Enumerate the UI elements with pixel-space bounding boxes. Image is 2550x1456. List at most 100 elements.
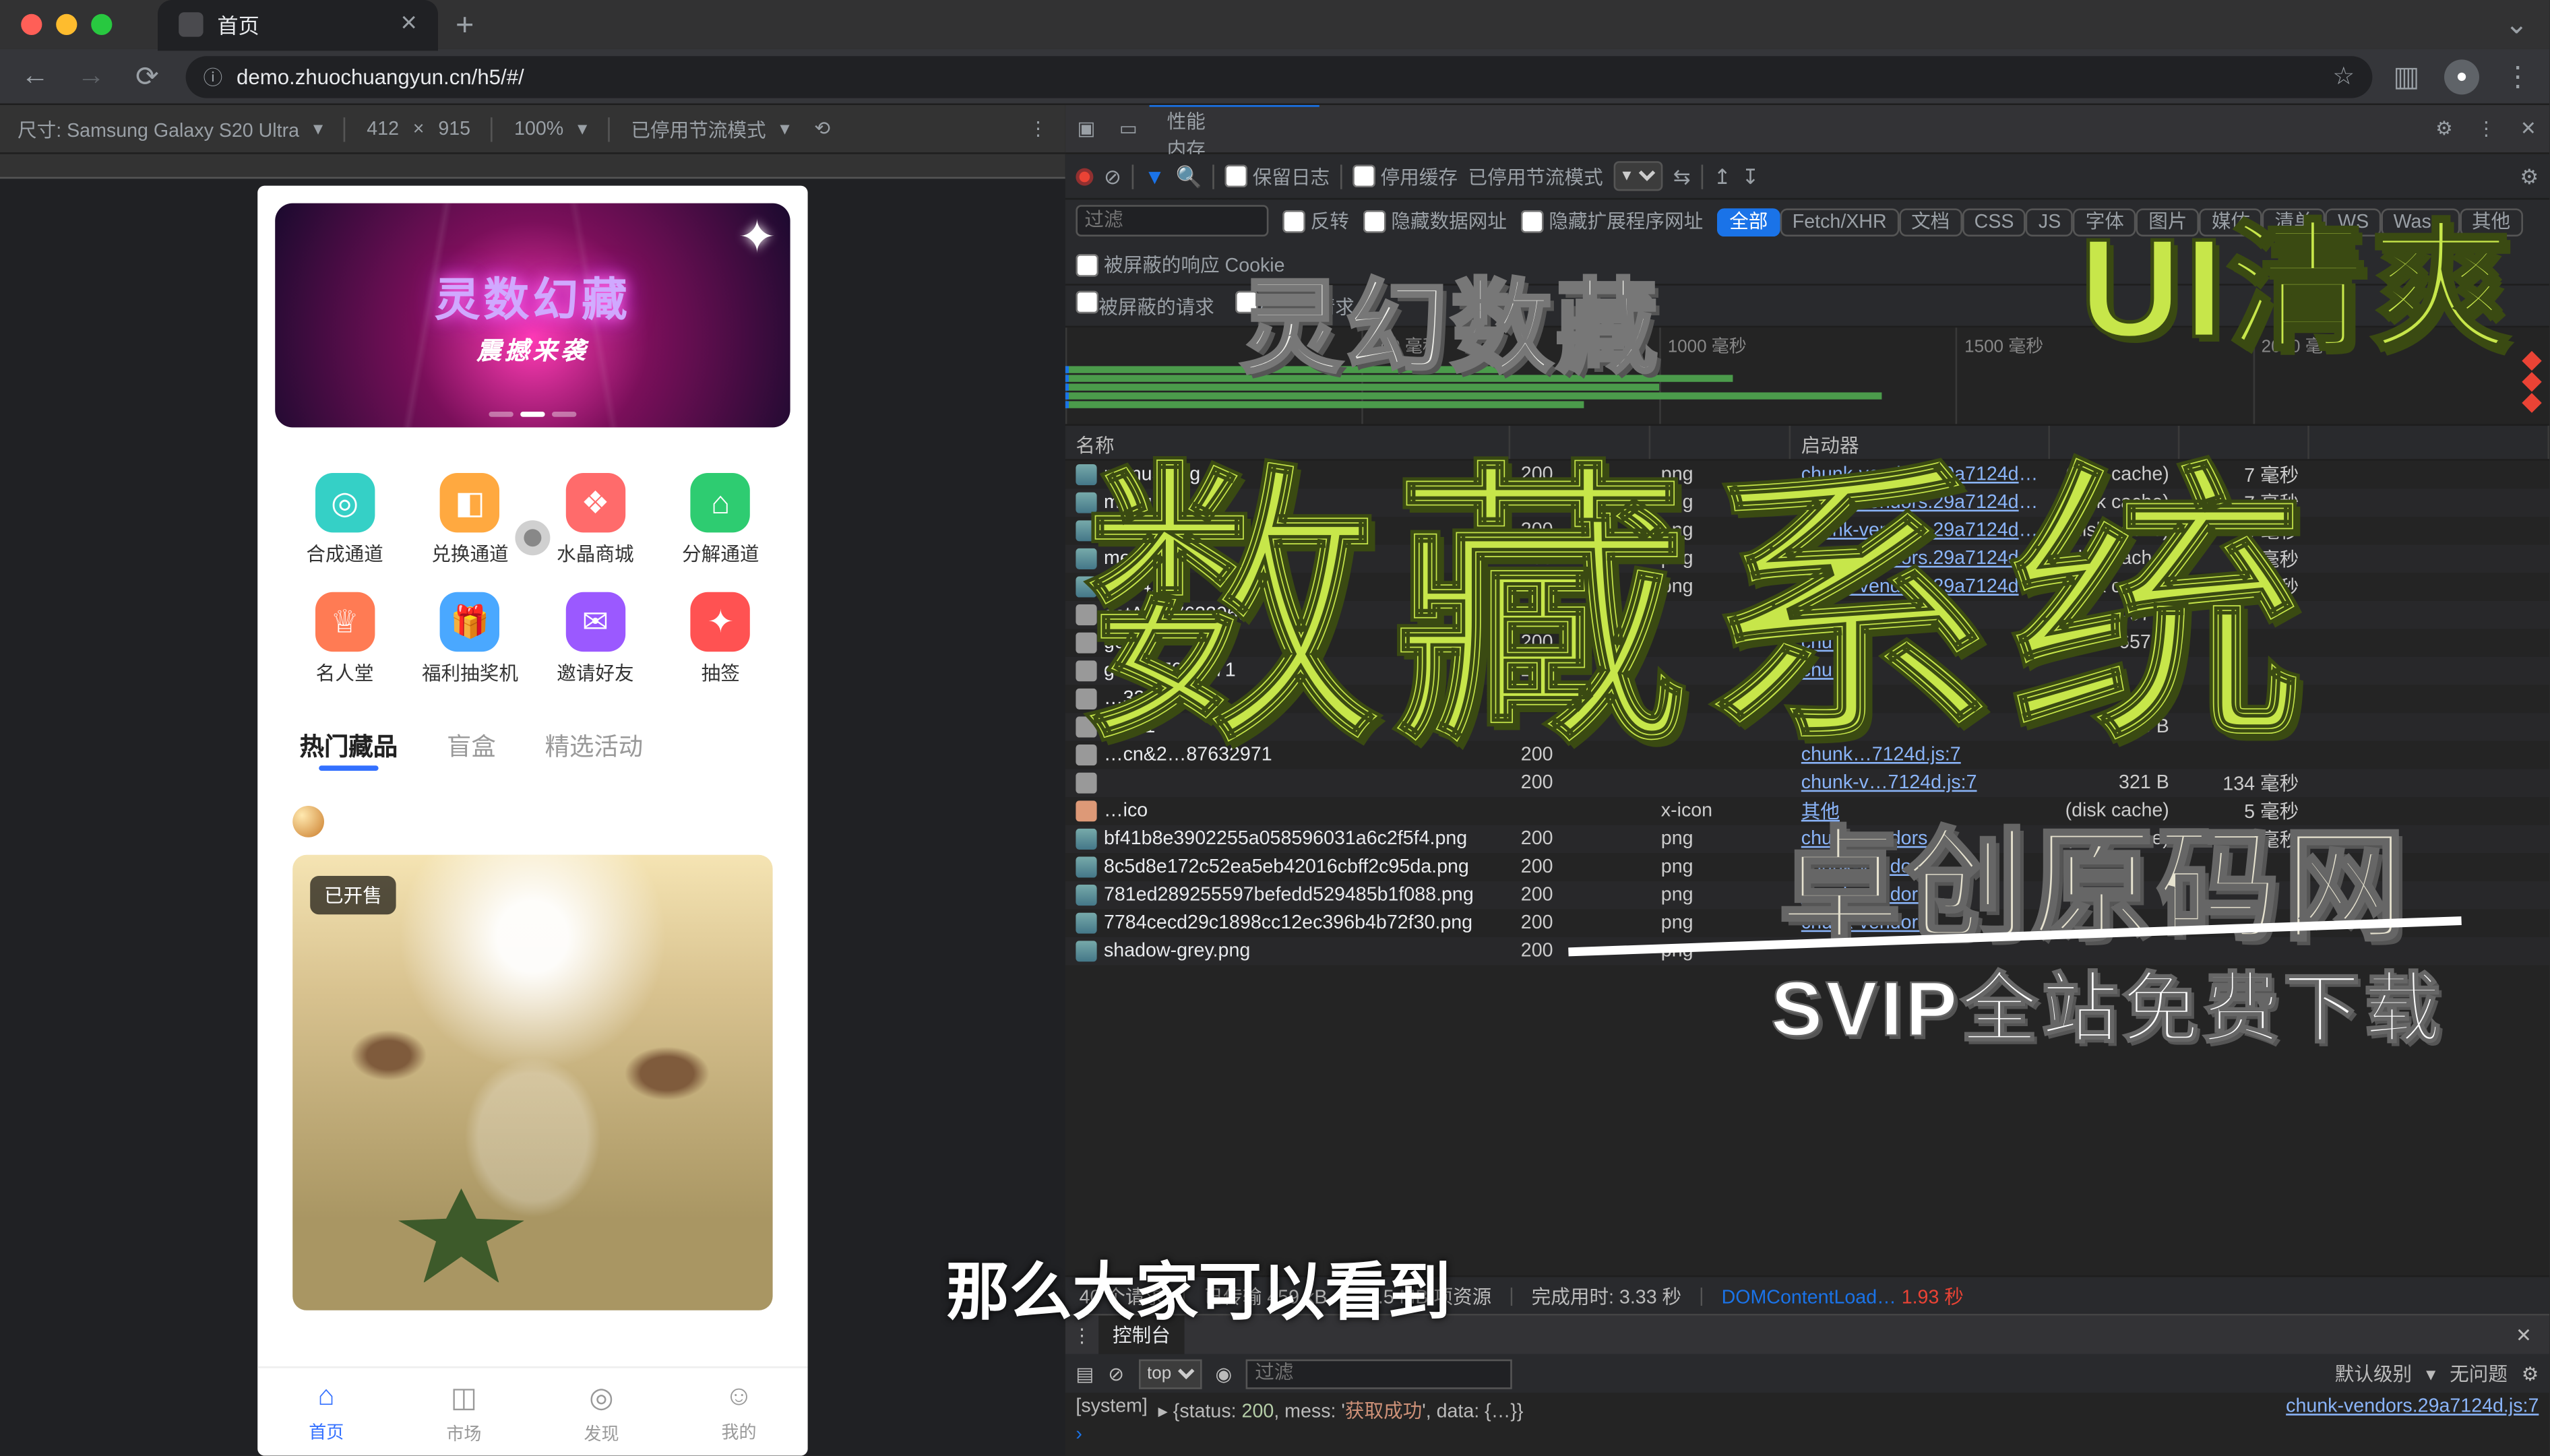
sidebar-toggle-icon[interactable]: ▤ bbox=[1076, 1362, 1094, 1385]
tab-0[interactable]: 热门藏品 bbox=[300, 729, 398, 764]
nav-3[interactable]: ☺我的 bbox=[670, 1368, 807, 1456]
grid-item-0[interactable]: ◎合成通道 bbox=[282, 473, 408, 567]
table-row[interactable]: getA…87632966200chunk…497 B bbox=[1065, 601, 2549, 629]
issues-link[interactable]: 无问题 bbox=[2450, 1360, 2508, 1388]
nav-0[interactable]: ⌂首页 bbox=[257, 1368, 395, 1456]
type-chip-3[interactable]: CSS bbox=[1962, 208, 2026, 236]
table-row[interactable]: get…200chunk…657 B bbox=[1065, 629, 2549, 657]
device-toggle-icon[interactable]: ▭ bbox=[1107, 117, 1149, 140]
kebab-icon[interactable]: ⋮ bbox=[1028, 117, 1048, 140]
type-chip-1[interactable]: Fetch/XHR bbox=[1780, 208, 1899, 236]
grid-item-3[interactable]: ⌂分解通道 bbox=[658, 473, 783, 567]
table-row[interactable]: 200chunk-v…7124d.js:7321 B134 毫秒 bbox=[1065, 769, 2549, 797]
devtools-tab-4[interactable]: 性能 bbox=[1150, 106, 1319, 134]
author-avatar[interactable] bbox=[292, 806, 324, 837]
grid-item-7[interactable]: ✦抽签 bbox=[658, 592, 783, 687]
forward-button[interactable]: → bbox=[73, 61, 108, 92]
type-chip-7[interactable]: 媒体 bbox=[2200, 208, 2263, 236]
new-tab-button[interactable]: + bbox=[456, 6, 474, 43]
table-row[interactable]: get…87632971200chunk… bbox=[1065, 657, 2549, 685]
close-tab-icon[interactable]: × bbox=[401, 11, 417, 39]
carousel-dots[interactable] bbox=[489, 412, 576, 417]
network-table[interactable]: menu5.png200pngchunk-vendors.29a7124d.js… bbox=[1065, 461, 2549, 1275]
log-level[interactable]: 默认级别 bbox=[2335, 1360, 2412, 1388]
drawer-kebab-icon[interactable]: ⋮ bbox=[1072, 1323, 1092, 1346]
throttle-select[interactable]: 已停用节流模式 bbox=[1468, 162, 1603, 190]
blocked-cookie-checkbox[interactable]: 被屏蔽的响应 Cookie bbox=[1076, 251, 1284, 279]
table-row[interactable]: …329707143 bbox=[1065, 685, 2549, 714]
reload-button[interactable]: ⟳ bbox=[129, 59, 164, 94]
device-label[interactable]: 尺寸: Samsung Galaxy S20 Ultra bbox=[18, 115, 299, 143]
type-chip-8[interactable]: 清单 bbox=[2262, 208, 2326, 236]
wifi-icon[interactable]: ⇆ bbox=[1673, 164, 1691, 188]
clear-console-icon[interactable]: ⊘ bbox=[1108, 1362, 1124, 1385]
type-chip-5[interactable]: 字体 bbox=[2073, 208, 2136, 236]
nav-1[interactable]: ◫市场 bbox=[395, 1368, 532, 1456]
type-chip-10[interactable]: Wasm bbox=[2381, 208, 2459, 236]
console-tab[interactable]: 控制台 bbox=[1098, 1316, 1184, 1354]
table-row[interactable]: …971338 B bbox=[1065, 713, 2549, 741]
download-icon[interactable]: ↧ bbox=[1741, 164, 1759, 188]
table-row[interactable]: menu7.png200pngchunk-vendors.29a7124d.js… bbox=[1065, 517, 2549, 545]
profile-avatar[interactable]: ● bbox=[2444, 59, 2479, 94]
browser-tab[interactable]: 首页 × bbox=[158, 0, 438, 50]
context-select[interactable]: top bbox=[1138, 1358, 1202, 1388]
maximize-window[interactable] bbox=[91, 14, 112, 35]
throttle-dropdown[interactable]: ▾ bbox=[1613, 161, 1662, 191]
tab-2[interactable]: 精选活动 bbox=[545, 729, 644, 764]
type-chip-6[interactable]: 图片 bbox=[2136, 208, 2200, 236]
gear-icon[interactable]: ⚙ bbox=[2423, 117, 2465, 140]
clear-icon[interactable]: ⊘ bbox=[1104, 164, 1121, 188]
live-expr-icon[interactable]: ◉ bbox=[1215, 1362, 1232, 1385]
filter-icon[interactable]: ▼ bbox=[1144, 164, 1165, 188]
url-box[interactable]: ⓘ demo.zhuochuangyun.cn/h5/#/ ☆ bbox=[186, 55, 2372, 97]
chevron-down-icon[interactable]: ▾ bbox=[780, 117, 789, 140]
grid-item-2[interactable]: ❖水晶商城 bbox=[532, 473, 658, 567]
source-link[interactable]: chunk-vendors.29a7124d.js:7 bbox=[2286, 1396, 2539, 1424]
bookmark-icon[interactable]: ☆ bbox=[2332, 61, 2355, 91]
tab-1[interactable]: 盲盒 bbox=[447, 729, 496, 764]
panel-icon[interactable]: ▥ bbox=[2393, 59, 2419, 94]
invert-checkbox[interactable]: 反转 bbox=[1282, 207, 1349, 235]
close-window[interactable] bbox=[21, 14, 42, 35]
device-height[interactable]: 915 bbox=[438, 119, 470, 139]
table-row[interactable]: bf41b8e3902255a058596031a6c2f5f4.png200p… bbox=[1065, 825, 2549, 854]
kebab-icon[interactable]: ⋮ bbox=[2465, 117, 2507, 140]
hero-banner[interactable]: ✦ 灵数幻藏 震撼来袭 bbox=[275, 203, 790, 428]
third-party-checkbox[interactable]: 第三方请求 bbox=[1235, 291, 1355, 321]
device-width[interactable]: 412 bbox=[367, 119, 399, 139]
minimize-window[interactable] bbox=[56, 14, 77, 35]
throttle-label[interactable]: 已停用节流模式 bbox=[631, 115, 766, 143]
type-chip-0[interactable]: 全部 bbox=[1717, 208, 1780, 236]
type-chip-9[interactable]: WS bbox=[2326, 208, 2382, 236]
console-filter-input[interactable] bbox=[1246, 1358, 1512, 1388]
table-row[interactable]: 781ed289255597befedd529485b1f088.png200p… bbox=[1065, 881, 2549, 910]
hide-extension-url-checkbox[interactable]: 隐藏扩展程序网址 bbox=[1521, 207, 1703, 235]
rotate-icon[interactable]: ⟲ bbox=[814, 117, 830, 140]
grid-item-5[interactable]: 🎁福利抽奖机 bbox=[408, 592, 533, 687]
search-icon[interactable]: 🔍 bbox=[1175, 164, 1202, 188]
chevron-down-icon[interactable]: ▾ bbox=[313, 117, 323, 140]
filter-input[interactable] bbox=[1076, 205, 1268, 236]
site-info-icon[interactable]: ⓘ bbox=[204, 62, 223, 90]
record-button[interactable] bbox=[1076, 167, 1093, 185]
table-row[interactable]: menu8.png200pngchunk-vendors.29a7124d.js… bbox=[1065, 545, 2549, 573]
grid-item-6[interactable]: ✉邀请好友 bbox=[532, 592, 658, 687]
grid-item-4[interactable]: ♕名人堂 bbox=[282, 592, 408, 687]
type-chip-11[interactable]: 其他 bbox=[2460, 208, 2523, 236]
nav-2[interactable]: ◎发现 bbox=[532, 1368, 670, 1456]
table-row[interactable]: menu5.png200pngchunk-vendors.29a7124d.js… bbox=[1065, 461, 2549, 489]
chevron-down-icon[interactable]: ▾ bbox=[578, 117, 587, 140]
table-row[interactable]: 8c5d8e172c52ea5eb42016cbff2c95da.png200p… bbox=[1065, 853, 2549, 881]
zoom-level[interactable]: 100% bbox=[514, 119, 563, 139]
type-chip-2[interactable]: 文档 bbox=[1899, 208, 1962, 236]
table-row[interactable]: logo4.6…200pngchunk-vendors.29a7124d.js:… bbox=[1065, 573, 2549, 601]
network-timeline[interactable]: 500 毫秒1000 毫秒1500 毫秒2000 毫秒 bbox=[1065, 327, 2549, 426]
table-row[interactable]: …icox-icon其他(disk cache)5 毫秒 bbox=[1065, 797, 2549, 825]
back-button[interactable]: ← bbox=[18, 61, 53, 92]
type-chip-4[interactable]: JS bbox=[2026, 208, 2074, 236]
inspect-icon[interactable]: ▣ bbox=[1065, 117, 1107, 140]
keep-log-checkbox[interactable]: 保留日志 bbox=[1224, 162, 1330, 190]
network-table-header[interactable]: 名称 启动器 bbox=[1065, 426, 2549, 461]
nft-card[interactable]: 已开售 bbox=[275, 788, 790, 1328]
